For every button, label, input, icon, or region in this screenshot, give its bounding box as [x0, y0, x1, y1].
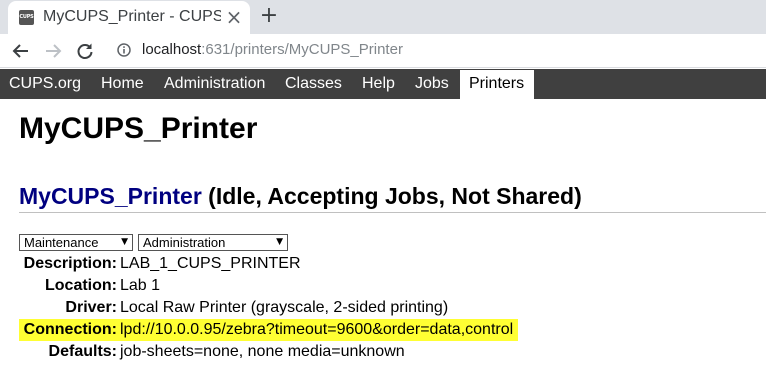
browser-tab[interactable]: CUPS MyCUPS_Printer - CUPS ×: [8, 1, 250, 34]
reload-icon[interactable]: [74, 40, 96, 62]
new-tab-icon[interactable]: +: [258, 5, 280, 27]
administration-select-value: Administration: [143, 235, 226, 250]
nav-classes[interactable]: Classes: [285, 69, 342, 99]
url-path: :631/printers/MyCUPS_Printer: [201, 41, 403, 58]
printer-heading: MyCUPS_Printer (Idle, Accepting Jobs, No…: [19, 183, 582, 210]
detail-label: Description:: [23, 255, 117, 272]
dropdown-arrow-icon: ▼: [276, 237, 283, 247]
detail-row-defaults: Defaults: job-sheets=none, none media=un…: [0, 343, 766, 363]
detail-label: Location:: [45, 277, 117, 294]
nav-home[interactable]: Home: [101, 69, 144, 99]
nav-cups-org[interactable]: CUPS.org: [9, 69, 81, 99]
detail-label: Connection:: [23, 321, 117, 338]
detail-value: lpd://10.0.0.95/zebra?timeout=9600&order…: [120, 321, 514, 338]
detail-value: job-sheets=none, none media=unknown: [120, 343, 405, 360]
detail-value: LAB_1_CUPS_PRINTER: [120, 255, 301, 272]
detail-label: Driver:: [65, 299, 117, 316]
tab-title: MyCUPS_Printer - CUPS: [43, 8, 221, 25]
nav-jobs[interactable]: Jobs: [415, 69, 449, 99]
cups-favicon-icon: CUPS: [19, 10, 34, 25]
detail-row-driver: Driver: Local Raw Printer (grayscale, 2-…: [0, 299, 766, 319]
printer-status: (Idle, Accepting Jobs, Not Shared): [208, 183, 582, 209]
detail-row-location: Location: Lab 1: [0, 277, 766, 297]
detail-row-description: Description: LAB_1_CUPS_PRINTER: [0, 255, 766, 275]
printer-link[interactable]: MyCUPS_Printer: [19, 183, 202, 209]
detail-value: Local Raw Printer (grayscale, 2-sided pr…: [120, 299, 449, 316]
site-info-icon[interactable]: [117, 43, 131, 57]
address-bar[interactable]: localhost:631/printers/MyCUPS_Printer: [142, 41, 403, 58]
page-title: MyCUPS_Printer: [19, 112, 258, 145]
administration-select[interactable]: Administration ▼: [138, 234, 288, 251]
url-host: localhost: [142, 41, 202, 58]
browser-toolbar: localhost:631/printers/MyCUPS_Printer: [0, 34, 766, 68]
detail-label: Defaults:: [48, 343, 117, 360]
cups-nav-bar: CUPS.org Home Administration Classes Hel…: [0, 69, 766, 99]
detail-row-connection: Connection: lpd://10.0.0.95/zebra?timeou…: [0, 321, 766, 341]
nav-help[interactable]: Help: [362, 69, 395, 99]
detail-value: Lab 1: [120, 277, 161, 294]
maintenance-select[interactable]: Maintenance ▼: [19, 234, 133, 251]
browser-tab-strip: CUPS MyCUPS_Printer - CUPS × +: [0, 0, 766, 34]
dropdown-arrow-icon: ▼: [121, 237, 128, 247]
nav-printers[interactable]: Printers: [460, 70, 534, 99]
nav-administration[interactable]: Administration: [164, 69, 265, 99]
forward-arrow-icon[interactable]: [42, 40, 64, 62]
heading-divider: [19, 212, 766, 213]
tab-close-icon[interactable]: ×: [225, 7, 243, 27]
maintenance-select-value: Maintenance: [24, 235, 99, 250]
back-arrow-icon[interactable]: [10, 40, 32, 62]
